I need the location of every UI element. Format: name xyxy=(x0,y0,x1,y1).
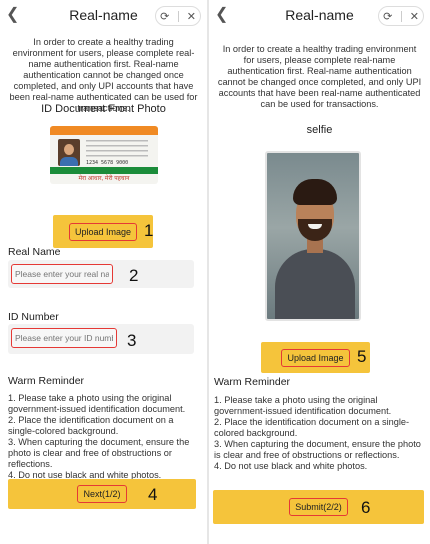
annotation-marker-6: 6 xyxy=(361,498,371,517)
card-photo-shirt xyxy=(60,157,78,166)
id-card-sample-image: 1234 5678 9000 मेरा आधार, मेरी पहचान xyxy=(50,126,158,184)
submit-button-label: Submit(2/2) xyxy=(289,498,348,516)
next-button[interactable]: Next(1/2) xyxy=(8,479,196,509)
header: ❮ Real-name ⟳ ✕ xyxy=(209,0,430,32)
submit-button[interactable]: Submit(2/2) xyxy=(213,490,424,524)
annotation-marker-5: 5 xyxy=(357,347,367,366)
real-name-field xyxy=(8,260,194,288)
annotation-marker-3: 3 xyxy=(127,331,137,350)
card-photo xyxy=(58,139,80,166)
section-title: selfie xyxy=(306,124,333,136)
capsule-divider xyxy=(177,10,179,22)
annotation-marker-1: 1 xyxy=(144,221,154,240)
capsule-divider xyxy=(400,10,402,22)
card-photo-face xyxy=(64,144,74,155)
warm-reminder-title: Warm Reminder xyxy=(214,376,291,388)
refresh-icon[interactable]: ⟳ xyxy=(160,10,169,23)
section-title: ID Document Front Photo xyxy=(41,103,166,115)
header: ❮ Real-name ⟳ ✕ xyxy=(0,0,207,32)
id-number-field xyxy=(8,324,194,354)
upload-image-label: Upload Image xyxy=(68,222,138,241)
selfie-sample-image xyxy=(265,151,361,321)
id-number-input[interactable] xyxy=(11,328,117,348)
card-tagline: मेरा आधार, मेरी पहचान xyxy=(78,176,130,182)
close-icon[interactable]: ✕ xyxy=(187,10,196,23)
selfie-hair xyxy=(293,179,337,205)
upload-image-button[interactable]: Upload Image xyxy=(53,215,153,248)
card-stripe-green xyxy=(50,167,158,174)
selfie-body xyxy=(275,249,355,319)
next-button-label: Next(1/2) xyxy=(77,485,127,503)
mini-program-capsule: ⟳ ✕ xyxy=(378,6,424,26)
card-text-lines xyxy=(86,140,148,160)
refresh-icon[interactable]: ⟳ xyxy=(383,10,392,23)
left-screen: ❮ Real-name ⟳ ✕ In order to create a hea… xyxy=(0,0,207,544)
mini-program-capsule: ⟳ ✕ xyxy=(155,6,201,26)
id-number-label: ID Number xyxy=(8,311,59,323)
upload-image-button[interactable]: Upload Image xyxy=(261,342,370,373)
card-stripe-orange xyxy=(50,126,158,135)
card-number: 1234 5678 9000 xyxy=(86,160,129,166)
reminder-item: 3. When capturing the document, ensure t… xyxy=(8,437,190,469)
annotation-marker-2: 2 xyxy=(129,266,139,285)
right-screen: ❮ Real-name ⟳ ✕ In order to create a hea… xyxy=(209,0,430,544)
real-name-label: Real Name xyxy=(8,246,61,258)
intro-text: In order to create a healthy trading env… xyxy=(217,44,422,109)
selfie-beard xyxy=(298,219,332,241)
reminder-item: 4. Do not use black and white photos. xyxy=(214,461,368,471)
real-name-input[interactable] xyxy=(11,264,113,284)
reminder-item: 3. When capturing the document, ensure t… xyxy=(214,439,421,460)
reminder-item: 2. Place the identification document on … xyxy=(8,415,174,436)
reminder-item: 1. Please take a photo using the origina… xyxy=(214,395,392,416)
reminder-item: 1. Please take a photo using the origina… xyxy=(8,393,186,414)
reminder-item: 2. Place the identification document on … xyxy=(214,417,410,438)
close-icon[interactable]: ✕ xyxy=(410,10,419,23)
warm-reminder-title: Warm Reminder xyxy=(8,375,85,387)
warm-reminder-list: 1. Please take a photo using the origina… xyxy=(214,395,426,472)
warm-reminder-list: 1. Please take a photo using the origina… xyxy=(8,393,203,481)
upload-image-label: Upload Image xyxy=(281,348,350,367)
annotation-marker-4: 4 xyxy=(148,485,158,504)
